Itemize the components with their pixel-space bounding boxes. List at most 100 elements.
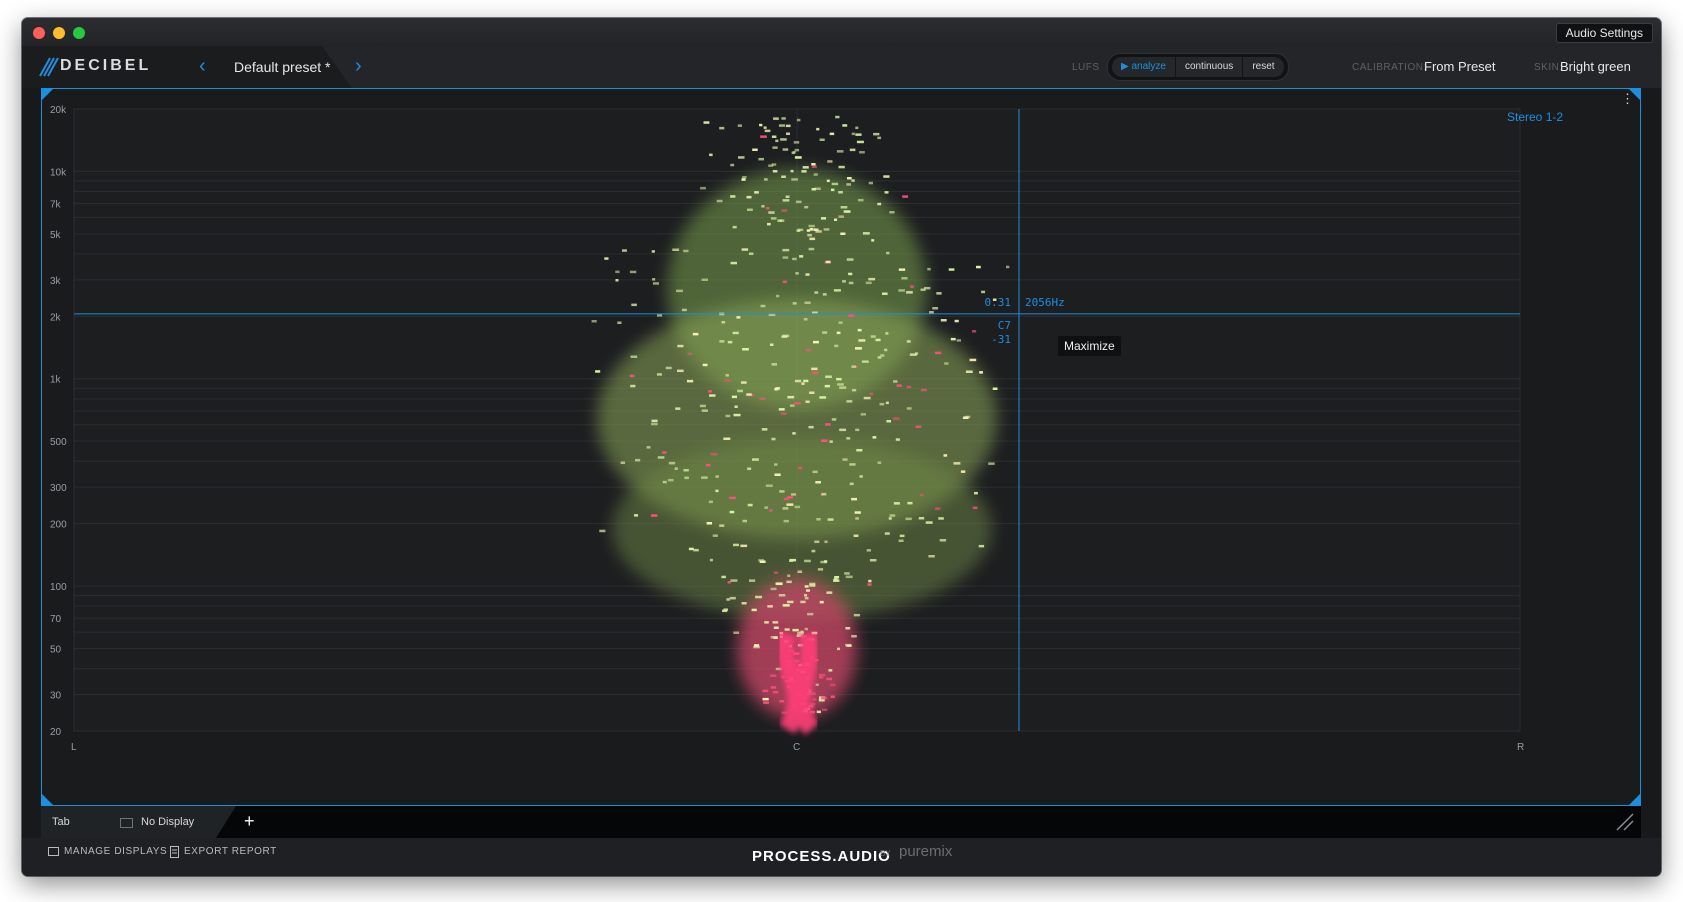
spectrum-dot: [615, 270, 620, 274]
add-tab-button[interactable]: +: [244, 811, 255, 832]
spectrum-dot: [754, 644, 760, 647]
spectrum-dot: [703, 121, 710, 124]
freq-tick-label: 10k: [50, 167, 67, 178]
spectrum-dot: [738, 156, 745, 159]
spectrum-dot: [978, 544, 985, 548]
spectrum-dot: [629, 374, 635, 378]
spectrum-dot: [721, 575, 726, 579]
spectrum-dot: [775, 387, 780, 390]
analyze-button[interactable]: ▶ analyze: [1112, 57, 1176, 77]
spectrum-dot: [730, 261, 737, 265]
spectrum-dot: [804, 205, 809, 209]
spectrum-dot: [762, 697, 769, 701]
spectrum-dot: [665, 366, 672, 370]
reset-button[interactable]: reset: [1243, 57, 1284, 77]
spectrum-dot: [725, 414, 731, 418]
spectrum-dot: [752, 148, 758, 151]
spectrum-dot: [773, 117, 779, 120]
spectrum-dot: [770, 217, 777, 220]
spectrum-dot: [797, 570, 803, 573]
preset-next-button[interactable]: ›: [355, 55, 362, 78]
spectrum-dot: [885, 332, 889, 335]
spectrum-dot: [790, 169, 794, 173]
spectrum-dot: [819, 600, 824, 604]
spectrum-dot: [752, 458, 759, 461]
spectrum-dot: [845, 627, 851, 630]
spectrum-dot: [838, 191, 843, 194]
spectrum-dot: [741, 602, 747, 605]
spectrum-dot: [808, 425, 814, 429]
spectrum-dot: [804, 594, 808, 597]
spectrum-dot: [629, 270, 637, 274]
spectrum-dot: [651, 419, 658, 423]
spectrum-dot: [974, 491, 978, 495]
spectrum-dot: [657, 314, 663, 317]
spectrum-dot: [701, 476, 708, 479]
zoom-window-button[interactable]: [73, 27, 85, 39]
spectrum-dot: [742, 348, 749, 351]
preset-prev-button[interactable]: ‹: [199, 55, 206, 78]
continuous-button[interactable]: continuous: [1175, 57, 1244, 77]
spectrum-display[interactable]: 20k 10k 7k 5k 3k 2k 1k 500 300 200 100 70 50 30 20 0.3…: [41, 88, 1641, 806]
spectrum-dot: [919, 493, 924, 497]
spectrum-dot: [630, 384, 636, 388]
close-window-button[interactable]: [33, 27, 45, 39]
manage-displays-button[interactable]: MANAGE DISPLAYS: [64, 846, 167, 857]
spectrum-dot: [727, 340, 733, 344]
display-menu-icon[interactable]: ⋮: [1621, 91, 1634, 106]
spectrum-dot: [826, 677, 832, 681]
freq-tick-label: 300: [50, 483, 67, 494]
spectrum-dot: [723, 437, 731, 440]
spectrum-dot: [786, 503, 794, 506]
tab-main[interactable]: [41, 806, 236, 838]
spectrum-dot: [773, 626, 779, 629]
spectrum-dot: [870, 335, 876, 338]
tab-no-display[interactable]: No Display: [141, 816, 194, 828]
export-report-button[interactable]: EXPORT REPORT: [184, 846, 277, 857]
spectrum-dot: [807, 233, 812, 237]
spectrum-dot: [734, 405, 738, 408]
minimize-window-button[interactable]: [53, 27, 65, 39]
spectrum-dot: [782, 280, 787, 284]
spectrum-dot: [948, 268, 955, 271]
spectrum-dot: [938, 517, 944, 520]
spectrum-dot: [764, 129, 771, 133]
spectrum-dot: [780, 138, 787, 141]
spectrum-dot: [795, 200, 802, 204]
spectrum-dot: [853, 613, 860, 617]
spectrum-dot: [824, 384, 830, 388]
spectrum-dot: [846, 437, 851, 440]
spectrum-dot: [815, 481, 821, 484]
preset-name[interactable]: Default preset *: [234, 59, 331, 75]
spectrum-dot: [782, 199, 790, 202]
spectrum-dot: [706, 522, 712, 525]
spectrum-dot: [768, 211, 775, 214]
spectrum-dot: [782, 604, 790, 607]
spectrum-dot: [829, 440, 833, 443]
resize-icon[interactable]: [1615, 812, 1635, 832]
skin-select[interactable]: Bright green: [1560, 59, 1631, 74]
spectrum-dot: [782, 507, 789, 510]
audio-settings-button[interactable]: Audio Settings: [1555, 23, 1653, 43]
spectrum-dot: [848, 281, 854, 285]
calibration-select[interactable]: From Preset: [1424, 59, 1496, 74]
tab-main-label[interactable]: Tab: [52, 816, 70, 828]
spectrum-dot: [815, 683, 819, 686]
stereo-spectrum-plot[interactable]: 20k 10k 7k 5k 3k 2k 1k 500 300 200 100 70 50 30 20 0.3…: [42, 89, 1640, 805]
spectrum-dot: [783, 519, 789, 523]
spectrum-dot: [883, 175, 890, 178]
spectrum-dot: [915, 425, 922, 428]
spectrum-dot: [646, 446, 651, 449]
spectrum-dot: [803, 318, 808, 321]
spectrum-dot: [822, 293, 827, 296]
spectrum-dot: [746, 195, 752, 199]
spectrum-dot: [773, 571, 779, 574]
spectrum-dot: [761, 428, 768, 431]
spectrum-dot: [747, 208, 753, 211]
lufs-controls: ▶ analyze continuous reset: [1107, 53, 1289, 81]
spectrum-dot: [809, 237, 816, 241]
spectrum-dot: [819, 396, 827, 399]
spectrum-dot: [858, 339, 866, 342]
spectrum-dot: [794, 379, 802, 383]
spectrum-dot: [811, 163, 816, 166]
